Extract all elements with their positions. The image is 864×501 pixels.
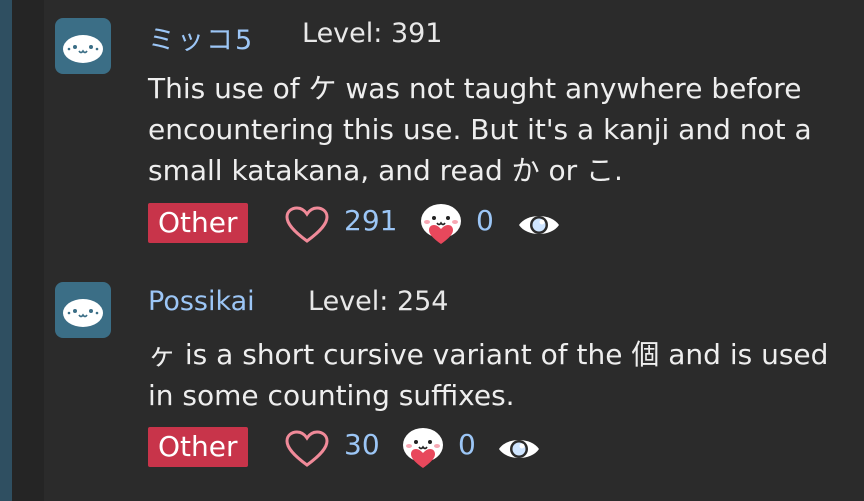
comment-body: This use of ケ was not taught anywhere be… (148, 72, 812, 187)
comments-panel: ミッコ5 Level: 391 This use of ケ was not ta… (44, 0, 864, 501)
love-count: 0 (476, 204, 494, 237)
heart-outline-icon[interactable] (284, 206, 330, 244)
user-level: Level: 254 (308, 286, 449, 317)
avatar[interactable] (55, 282, 111, 338)
eye-icon[interactable] (516, 208, 562, 242)
smiley-heart-icon[interactable] (418, 202, 464, 246)
heart-outline-icon[interactable] (284, 430, 330, 468)
like-count: 291 (344, 204, 398, 237)
avatar[interactable] (55, 18, 111, 74)
avatar-face-icon (63, 299, 103, 327)
comment-body: ヶ is a short cursive variant of the 個 an… (148, 338, 829, 412)
user-level: Level: 391 (302, 18, 443, 49)
category-tag[interactable]: Other (148, 427, 248, 467)
username[interactable]: Possikai (148, 286, 255, 317)
avatar-face-icon (63, 35, 103, 63)
left-gutter (12, 0, 44, 501)
eye-icon[interactable] (496, 432, 542, 466)
username[interactable]: ミッコ5 (148, 18, 254, 57)
smiley-heart-icon[interactable] (400, 426, 446, 470)
left-accent-strip (0, 0, 12, 501)
like-count: 30 (344, 428, 380, 461)
category-tag[interactable]: Other (148, 203, 248, 243)
love-count: 0 (458, 428, 476, 461)
